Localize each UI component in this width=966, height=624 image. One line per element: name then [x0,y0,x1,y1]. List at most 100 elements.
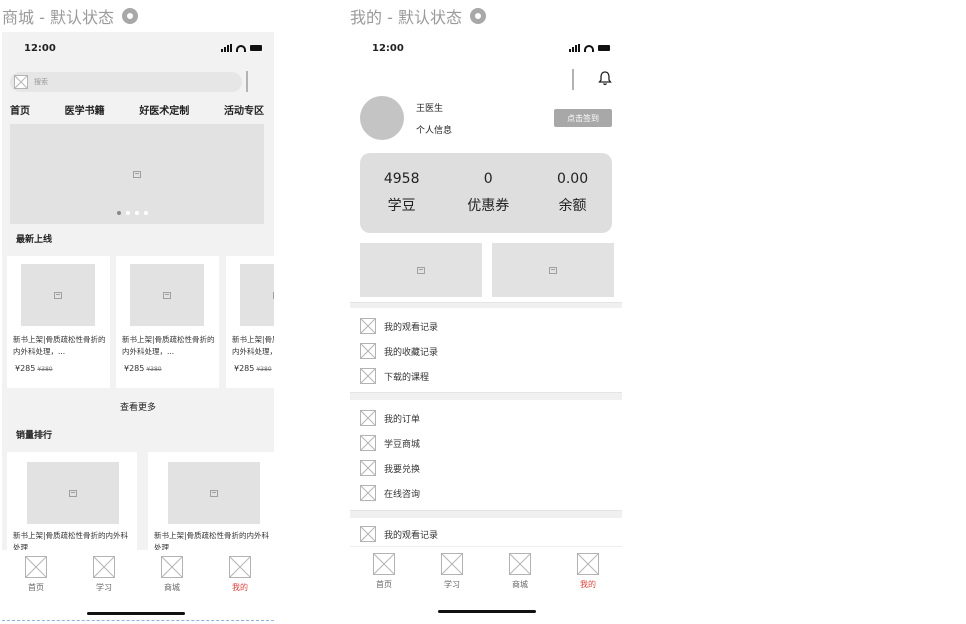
image-icon [163,291,171,299]
menu-watch-history[interactable]: 我的观看记录 [360,526,438,542]
book-cover [21,264,95,326]
image-icon [549,266,557,274]
menu-downloads[interactable]: 下载的课程 [360,368,429,384]
book-cover [168,462,260,524]
home-indicator [438,610,536,613]
image-icon [54,291,62,299]
image-icon [69,489,77,497]
gear-icon[interactable] [121,8,138,24]
signal-icon [569,44,580,52]
home-icon [25,556,47,578]
banner-carousel[interactable] [10,124,264,224]
scan-icon[interactable] [572,69,574,90]
search-input[interactable]: 搜索 [10,72,242,92]
image-icon [417,266,425,274]
carousel-dots [117,211,148,215]
stat-coupons[interactable]: 0 优惠券 [467,171,509,215]
frame-title-shop: 商城 - 默认状态 [2,4,138,28]
book-title: 新书上架|骨质疏松性骨折的内外科处理，... [122,335,215,356]
bottom-tab-bar: 首页 学习 商城 我的 [350,553,622,590]
view-more-link[interactable]: 查看更多 [2,400,274,413]
mine-icon [577,553,599,575]
status-icons [221,44,262,52]
wifi-icon [584,44,594,52]
image-icon [133,170,141,178]
bell-icon[interactable] [598,70,612,86]
promo-banner[interactable] [492,243,614,297]
wifi-icon [236,44,246,52]
section-title-rank: 销量排行 [16,431,53,441]
tab-home[interactable]: 首页 [373,553,395,590]
book-card[interactable]: 新书上架|骨质疏松性骨折的内外科处理，... ¥285¥380 [7,256,110,388]
promo-banner[interactable] [360,243,482,297]
avatar[interactable] [360,96,404,140]
rank-book-card[interactable]: 新书上架|骨质疏松性骨折的内外科处理 [7,452,137,556]
user-name: 王医生 [416,104,444,114]
checkin-button[interactable]: 点击签到 [554,109,612,127]
consult-icon [360,485,376,501]
tab-mine[interactable]: 我的 [229,556,251,593]
book-price: ¥285 ¥380 [15,364,53,373]
watch-history-icon [360,526,376,542]
search-placeholder: 搜索 [34,78,48,86]
signal-icon [221,44,232,52]
menu-favorites[interactable]: 我的收藏记录 [360,343,438,359]
tab-study[interactable]: 学习 [441,553,463,590]
book-price: ¥285 ¥380 [124,364,162,373]
stat-balance[interactable]: 0.00 余额 [557,171,588,215]
shop-icon [161,556,183,578]
menu-consult[interactable]: 在线咨询 [360,485,420,501]
tab-home[interactable]: 首页 [10,102,30,117]
rank-book-card[interactable]: 新书上架|骨质疏松性骨折的内外科处理 [148,452,274,556]
tab-study[interactable]: 学习 [93,556,115,593]
section-title-new: 最新上线 [16,235,53,245]
tab-activities[interactable]: 活动专区 [224,102,264,117]
tab-home[interactable]: 首页 [25,556,47,593]
home-indicator [87,612,185,615]
frame-title-mine: 我的 - 默认状态 [350,4,486,28]
gear-icon[interactable] [469,8,486,24]
book-card[interactable]: 新书上架|骨质疏松性骨折的内外科处理，... ¥285¥380 [116,256,219,388]
book-price: ¥285 ¥380 [234,364,272,373]
book-title: 新书上架|骨质疏松性骨折的内外科处理，... [232,335,274,356]
status-time: 12:00 [24,42,56,54]
battery-icon [250,45,262,51]
scan-icon[interactable] [246,71,248,92]
favorites-icon [360,343,376,359]
tab-shop[interactable]: 商城 [161,556,183,593]
book-title: 新书上架|骨质疏松性骨折的内外科处理，... [13,335,106,356]
frame-title-text: 商城 - 默认状态 [2,8,114,27]
download-icon [360,368,376,384]
study-icon [93,556,115,578]
menu-watch-history[interactable]: 我的观看记录 [360,318,438,334]
book-cover [240,264,274,326]
frame-bottom-guide [2,620,274,621]
tab-custom[interactable]: 好医术定制 [139,102,189,117]
frame-title-text: 我的 - 默认状态 [350,8,462,27]
stat-beans[interactable]: 4958 学豆 [384,171,420,215]
tab-medical-books[interactable]: 医学书籍 [65,102,105,117]
shop-icon [509,553,531,575]
status-bar: 12:00 [350,32,622,64]
status-time: 12:00 [372,42,404,54]
status-icons [569,44,610,52]
bottom-tab-bar: 首页 学习 商城 我的 [2,556,274,593]
book-cover [27,462,119,524]
watch-history-icon [360,318,376,334]
status-bar: 12:00 [2,32,274,64]
menu-bean-shop[interactable]: 学豆商城 [360,435,420,451]
divider [350,392,622,400]
user-info-link[interactable]: 个人信息 [416,123,452,136]
shop-phone-screen: 12:00 搜索 首页 医学书籍 好医术定制 活动专区 最新上线 新书上架|骨质… [2,32,274,620]
mine-phone-screen: 12:00 王医生 个人信息 点击签到 4958 学豆 0 优惠券 0.00 余额 我… [350,32,622,622]
tab-shop[interactable]: 商城 [509,553,531,590]
book-cover [130,264,204,326]
divider [350,302,622,308]
book-card[interactable]: 新书上架|骨质疏松性骨折的内外科处理，... ¥285¥380 [226,256,274,388]
menu-redeem[interactable]: 我要兑换 [360,460,420,476]
divider [350,510,622,518]
menu-orders[interactable]: 我的订单 [360,410,420,426]
tab-mine[interactable]: 我的 [577,553,599,590]
mine-icon [229,556,251,578]
category-tabs: 首页 医学书籍 好医术定制 活动专区 [10,102,264,117]
